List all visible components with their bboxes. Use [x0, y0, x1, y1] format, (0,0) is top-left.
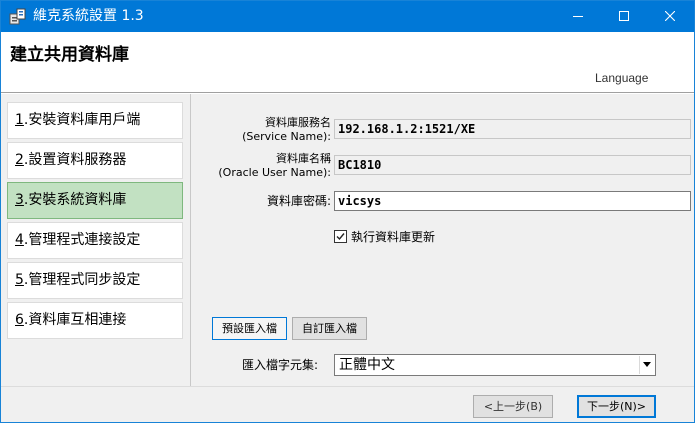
title-bar[interactable]: 維克系統設置 1.3 — [1, 1, 694, 32]
setup-window: 維克系統設置 1.3 建立共用資料庫 Language 1.安裝資料庫用戶端 2… — [0, 0, 695, 423]
maximize-icon — [619, 11, 629, 21]
step-install-client[interactable]: 1.安裝資料庫用戶端 — [7, 102, 183, 139]
step-sync-settings[interactable]: 5.管理程式同步設定 — [7, 262, 183, 299]
footer-divider — [1, 386, 694, 387]
step-setup-server[interactable]: 2.設置資料服務器 — [7, 142, 183, 179]
step-connection-settings[interactable]: 4.管理程式連接設定 — [7, 222, 183, 259]
step-install-database[interactable]: 3.安裝系統資料庫 — [7, 182, 183, 219]
update-database-label: 執行資料庫更新 — [351, 230, 436, 244]
app-icon — [9, 8, 26, 25]
update-database-checkbox[interactable] — [334, 230, 347, 243]
password-field[interactable]: vicsys — [334, 191, 691, 211]
page-title: 建立共用資料庫 — [10, 45, 129, 65]
minimize-icon — [573, 16, 583, 17]
service-name-label: 資料庫服務名 (Service Name): — [242, 116, 331, 143]
charset-select[interactable]: 正體中文 — [334, 354, 656, 376]
maximize-button[interactable] — [601, 1, 647, 32]
previous-button[interactable]: <上一步(B) — [473, 395, 553, 418]
steps-sidebar: 1.安裝資料庫用戶端 2.設置資料服務器 3.安裝系統資料庫 4.管理程式連接設… — [1, 94, 192, 386]
chevron-down-icon — [643, 362, 651, 367]
checkmark-icon — [336, 233, 345, 241]
sidebar-divider — [190, 94, 191, 386]
close-icon — [665, 11, 675, 21]
charset-label: 匯入檔字元集: — [242, 358, 319, 372]
next-button[interactable]: 下一步(N)> — [577, 395, 656, 418]
service-name-field[interactable]: 192.168.1.2:1521/XE — [334, 119, 691, 139]
user-name-field[interactable]: BC1810 — [334, 155, 691, 175]
tab-custom-import[interactable]: 自訂匯入檔 — [292, 317, 367, 340]
password-label: 資料庫密碼: — [266, 194, 331, 208]
language-link[interactable]: Language — [595, 71, 648, 85]
page-header: 建立共用資料庫 Language — [1, 32, 694, 92]
dropdown-button[interactable] — [639, 356, 654, 374]
user-name-label: 資料庫名稱 (Oracle User Name): — [218, 152, 331, 179]
charset-value: 正體中文 — [339, 357, 395, 373]
window-title: 維克系統設置 1.3 — [33, 8, 144, 24]
tab-preset-import[interactable]: 預設匯入檔 — [212, 317, 287, 340]
close-button[interactable] — [647, 1, 693, 32]
step-database-link[interactable]: 6.資料庫互相連接 — [7, 302, 183, 339]
minimize-button[interactable] — [555, 1, 601, 32]
